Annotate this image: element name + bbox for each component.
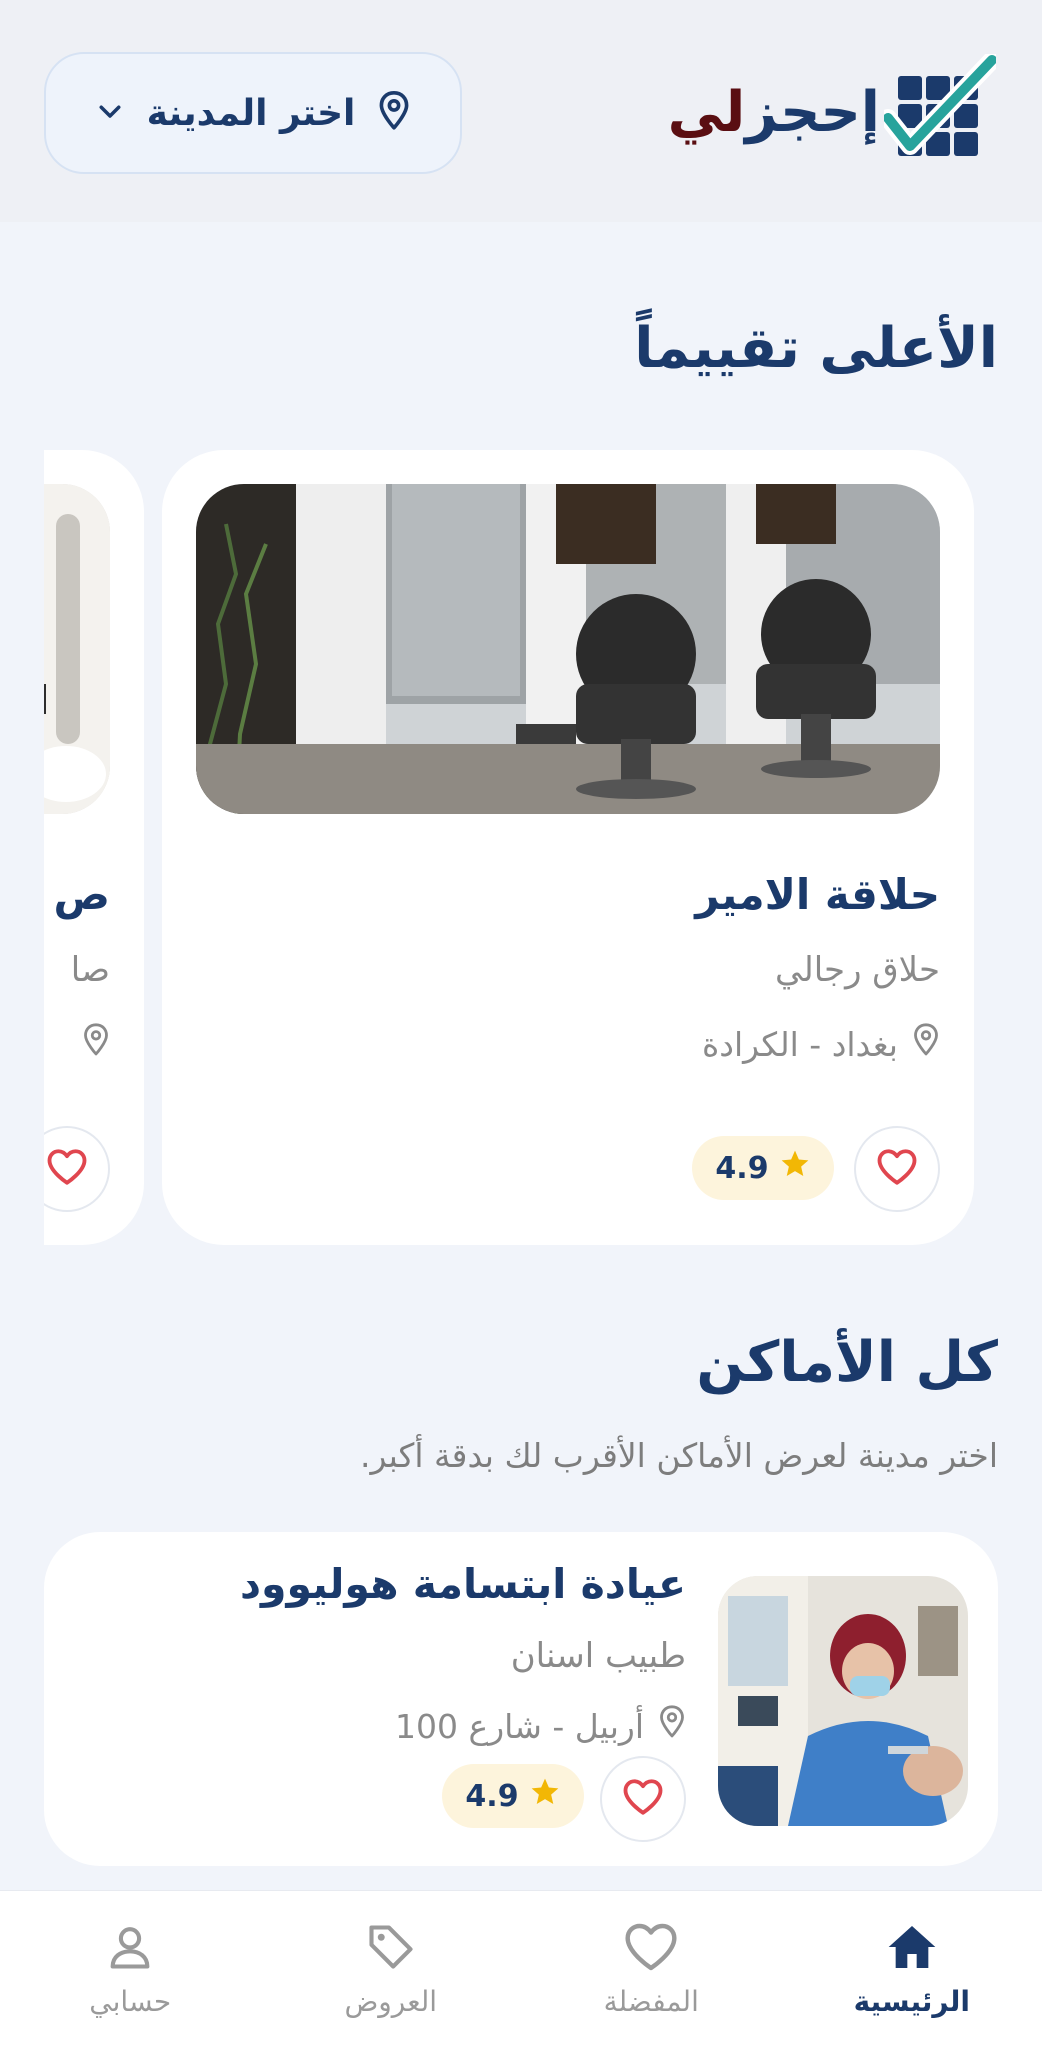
place-location	[82, 1022, 110, 1066]
rating-value: 4.9	[465, 1778, 519, 1814]
nav-label-offers: العروض	[344, 1985, 438, 2018]
place-location: بغداد - الكرادة	[702, 1022, 940, 1066]
logo-wordmark: إحجزلي	[668, 85, 881, 141]
tag-icon	[363, 1921, 419, 1977]
star-icon	[779, 1148, 811, 1188]
place-location-text: أربيل - شارع 100	[395, 1706, 644, 1746]
home-icon	[884, 1921, 940, 1977]
location-pin-icon	[377, 90, 411, 136]
logo-text-main: إحجز	[745, 80, 881, 145]
all-places-title: كل الأماكن	[696, 1330, 998, 1395]
heart-icon	[622, 1777, 664, 1821]
rating-badge: 4.9	[692, 1136, 834, 1200]
logo-grid-check-icon	[879, 51, 1001, 172]
top-rated-card[interactable]: ص صا	[44, 450, 144, 1245]
logo-text-accent: لي	[667, 80, 747, 145]
location-pin-icon	[912, 1022, 940, 1066]
place-location-text: بغداد - الكرادة	[702, 1024, 898, 1064]
place-photo	[44, 484, 110, 814]
bottom-nav: الرئيسية المفضلة العروض حسابي	[0, 1890, 1042, 2048]
nav-item-account[interactable]: حسابي	[0, 1891, 261, 2048]
nav-label-home: الرئيسية	[853, 1985, 970, 2018]
heart-icon	[46, 1147, 88, 1191]
location-pin-icon	[82, 1022, 110, 1066]
star-icon	[529, 1776, 561, 1816]
place-location: أربيل - شارع 100	[395, 1704, 686, 1748]
nav-label-account: حسابي	[89, 1985, 172, 2018]
heart-icon	[623, 1921, 679, 1977]
app-header: إحجزلي اختر المدينة	[0, 0, 1042, 222]
place-category: صا	[70, 950, 110, 990]
place-name: عيادة ابتسامة هوليوود	[240, 1560, 686, 1608]
city-select-label: اختر المدينة	[146, 92, 356, 134]
favorite-button[interactable]	[600, 1756, 686, 1842]
nav-item-favorites[interactable]: المفضلة	[521, 1891, 782, 2048]
place-name: ص	[53, 870, 111, 919]
top-rated-title: الأعلى تقييماً	[634, 316, 998, 381]
clinic-photo	[718, 1576, 968, 1826]
nav-item-home[interactable]: الرئيسية	[782, 1891, 1042, 2048]
barbershop-photo	[196, 484, 940, 814]
all-places-subtitle: اختر مدينة لعرض الأماكن الأقرب لك بدقة أ…	[359, 1436, 998, 1475]
place-list-item[interactable]: عيادة ابتسامة هوليوود طبيب اسنان أربيل -…	[44, 1532, 998, 1866]
chevron-down-icon	[95, 96, 125, 130]
favorite-button[interactable]	[854, 1126, 940, 1212]
top-rated-carousel[interactable]: حلاقة الامير حلاق رجالي بغداد - الكرادة …	[44, 450, 1042, 1245]
place-category: حلاق رجالي	[775, 950, 940, 990]
nav-item-offers[interactable]: العروض	[261, 1891, 522, 2048]
place-category: طبيب اسنان	[510, 1636, 686, 1676]
nav-label-favorites: المفضلة	[603, 1985, 699, 2018]
city-select-button[interactable]: اختر المدينة	[44, 52, 462, 174]
rating-value: 4.9	[715, 1150, 769, 1186]
favorite-button[interactable]	[44, 1126, 110, 1212]
user-icon	[102, 1921, 158, 1977]
app-logo: إحجزلي	[668, 51, 1001, 172]
heart-icon	[876, 1147, 918, 1191]
rating-badge: 4.9	[442, 1764, 584, 1828]
top-rated-card[interactable]: حلاقة الامير حلاق رجالي بغداد - الكرادة …	[162, 450, 974, 1245]
place-name: حلاقة الامير	[695, 870, 940, 919]
location-pin-icon	[658, 1704, 686, 1748]
